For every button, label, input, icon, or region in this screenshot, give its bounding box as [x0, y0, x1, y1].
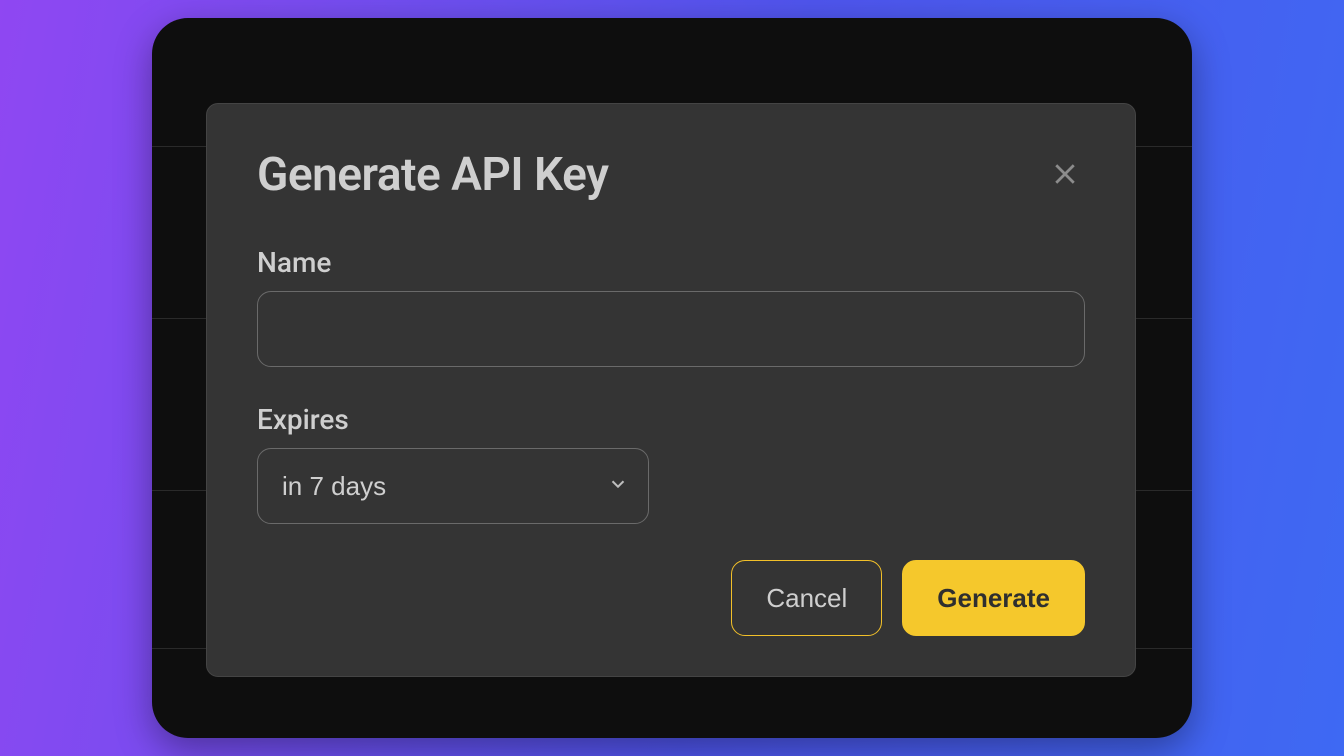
panel-window: Generate API Key Name Expires in 7 days [152, 18, 1192, 738]
page-background: Generate API Key Name Expires in 7 days [0, 0, 1344, 756]
close-button[interactable] [1045, 155, 1085, 195]
modal-header: Generate API Key [257, 148, 1085, 202]
expires-field: Expires in 7 days [257, 403, 1085, 524]
close-icon [1050, 159, 1080, 192]
cancel-button-label: Cancel [766, 583, 847, 614]
cancel-button[interactable]: Cancel [731, 560, 882, 636]
name-input[interactable] [257, 291, 1085, 367]
generate-button[interactable]: Generate [902, 560, 1085, 636]
generate-api-key-modal: Generate API Key Name Expires in 7 days [206, 103, 1136, 677]
generate-button-label: Generate [937, 583, 1050, 614]
modal-title: Generate API Key [257, 148, 608, 202]
expires-select-wrap: in 7 days [257, 448, 649, 524]
name-label: Name [257, 246, 1085, 279]
modal-actions: Cancel Generate [257, 560, 1085, 636]
expires-label: Expires [257, 403, 1085, 436]
expires-select[interactable]: in 7 days [257, 448, 649, 524]
name-field: Name [257, 246, 1085, 367]
